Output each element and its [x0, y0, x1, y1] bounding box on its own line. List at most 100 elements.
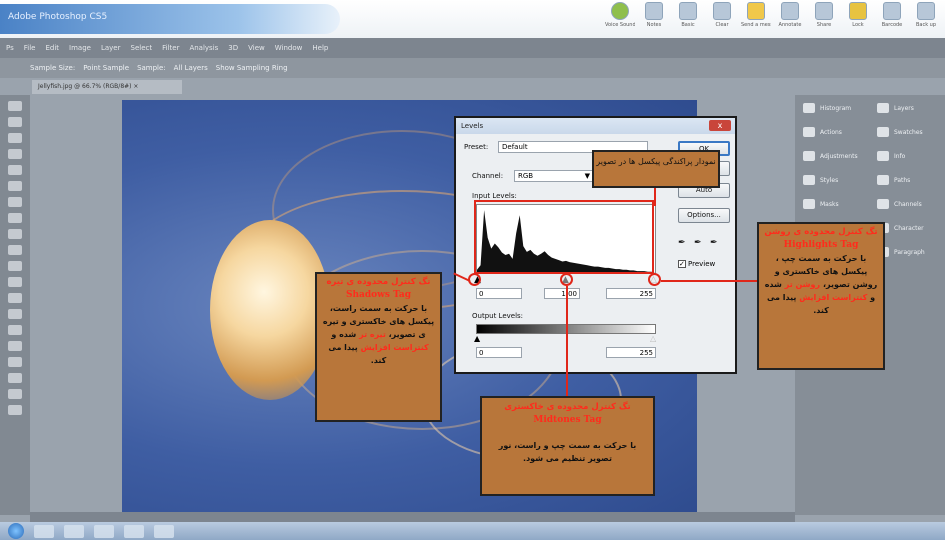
- white-eyedropper-icon[interactable]: ✒: [710, 238, 718, 248]
- leader-line: [661, 280, 757, 282]
- menu-item[interactable]: Layer: [101, 44, 121, 52]
- tool-icon[interactable]: [8, 325, 22, 335]
- panel-label: Histogram: [820, 104, 852, 112]
- output-white-slider-icon[interactable]: △: [650, 334, 656, 343]
- panel-tab[interactable]: Histogram: [803, 103, 858, 113]
- panel-tab[interactable]: Adjustments: [803, 151, 858, 161]
- tool-icon[interactable]: [8, 101, 22, 111]
- quick-access-item[interactable]: Share: [809, 2, 839, 36]
- tool-icon[interactable]: [8, 197, 22, 207]
- tool-icon[interactable]: [8, 245, 22, 255]
- menu-item[interactable]: Help: [312, 44, 328, 52]
- menu-item[interactable]: View: [248, 44, 265, 52]
- tool-icon[interactable]: [8, 213, 22, 223]
- tool-icon[interactable]: [8, 405, 22, 415]
- panel-icon: [803, 103, 815, 113]
- tool-icon[interactable]: [8, 309, 22, 319]
- quick-access-item[interactable]: Basic: [673, 2, 703, 36]
- panel-label: Adjustments: [820, 152, 858, 160]
- panel-icon: [803, 151, 815, 161]
- histogram-highlight: [474, 200, 654, 274]
- panel-tab[interactable]: Channels: [877, 199, 925, 209]
- tool-icon[interactable]: [8, 133, 22, 143]
- start-button[interactable]: [8, 523, 24, 539]
- panel-tab[interactable]: Styles: [803, 175, 858, 185]
- option-item[interactable]: Point Sample: [83, 64, 129, 72]
- output-black[interactable]: 0: [476, 347, 522, 358]
- quick-access-label: Lock: [852, 22, 864, 28]
- taskbar-button[interactable]: [34, 524, 54, 538]
- tool-icon[interactable]: [8, 149, 22, 159]
- quick-access-item[interactable]: Barcode: [877, 2, 907, 36]
- input-levels-label: Input Levels:: [472, 192, 517, 200]
- input-white[interactable]: 255: [606, 288, 656, 299]
- panel-icon: [877, 175, 889, 185]
- close-button[interactable]: x: [709, 120, 731, 131]
- quick-access-label: Send a message: [741, 22, 771, 28]
- gray-eyedropper-icon[interactable]: ✒: [694, 238, 702, 248]
- taskbar-button[interactable]: [154, 524, 174, 538]
- status-bar: [30, 512, 795, 522]
- output-white[interactable]: 255: [606, 347, 656, 358]
- quick-access-item[interactable]: Notes: [639, 2, 669, 36]
- document-tab[interactable]: Jellyfish.jpg @ 66.7% (RGB/8#) ×: [32, 80, 182, 94]
- channel-select[interactable]: RGB ▼: [514, 170, 594, 182]
- option-item[interactable]: Sample Size:: [30, 64, 75, 72]
- tool-icon[interactable]: [8, 117, 22, 127]
- taskbar-button[interactable]: [94, 524, 114, 538]
- highlights-callout: تگ کنترل محدوده ی روشن Highlights Tag با…: [757, 222, 885, 370]
- menu-item[interactable]: Ps: [6, 44, 14, 52]
- panel-icon: [877, 127, 889, 137]
- option-item[interactable]: Sample:: [137, 64, 166, 72]
- option-item[interactable]: Show Sampling Ring: [216, 64, 288, 72]
- quick-access-item[interactable]: Back up: [911, 2, 941, 36]
- tool-icon[interactable]: [8, 357, 22, 367]
- highlights-en: Highlights Tag: [783, 240, 859, 250]
- tool-icon[interactable]: [8, 389, 22, 399]
- preview-label: Preview: [688, 260, 716, 268]
- tool-icon[interactable]: [8, 373, 22, 383]
- quick-access-item[interactable]: Annotate: [775, 2, 805, 36]
- menu-item[interactable]: File: [24, 44, 36, 52]
- quick-access-item[interactable]: Clear: [707, 2, 737, 36]
- tool-icon[interactable]: [8, 165, 22, 175]
- toolbar-icon: [883, 2, 901, 20]
- menu-item[interactable]: Window: [275, 44, 303, 52]
- input-black[interactable]: 0: [476, 288, 522, 299]
- tool-icon[interactable]: [8, 229, 22, 239]
- black-eyedropper-icon[interactable]: ✒: [678, 238, 686, 248]
- output-black-slider-icon[interactable]: ▲: [474, 334, 480, 343]
- menu-item[interactable]: Edit: [45, 44, 59, 52]
- tool-icon[interactable]: [8, 181, 22, 191]
- preview-checkbox[interactable]: ✓ Preview: [678, 260, 715, 268]
- toolbar-icon: [611, 2, 629, 20]
- midtones-callout: تگ کنترل محدوده ی خاکستری Midtones Tag ب…: [480, 396, 655, 496]
- ps-options-bar: Sample Size: Point Sample Sample: All Layer…: [0, 58, 945, 78]
- panel-tab[interactable]: Layers: [877, 103, 925, 113]
- taskbar-button[interactable]: [64, 524, 84, 538]
- option-item[interactable]: All Layers: [174, 64, 208, 72]
- input-gamma[interactable]: 1.00: [544, 288, 580, 299]
- panel-tab[interactable]: Masks: [803, 199, 858, 209]
- panel-tab[interactable]: Paths: [877, 175, 925, 185]
- panel-tab[interactable]: Info: [877, 151, 925, 161]
- shadows-en: Shadows Tag: [345, 290, 412, 300]
- options-button[interactable]: Options...: [678, 208, 730, 223]
- panel-label: Paths: [894, 176, 911, 184]
- menu-item[interactable]: Select: [131, 44, 153, 52]
- tool-icon[interactable]: [8, 277, 22, 287]
- tool-icon[interactable]: [8, 293, 22, 303]
- shadows-callout: تگ کنترل محدوده ی تیره Shadows Tag با حر…: [315, 272, 442, 422]
- tool-icon[interactable]: [8, 261, 22, 271]
- menu-item[interactable]: Image: [69, 44, 91, 52]
- panel-tab[interactable]: Swatches: [877, 127, 925, 137]
- quick-access-item[interactable]: Send a message: [741, 2, 771, 36]
- quick-access-item[interactable]: Voice Sound: [605, 2, 635, 36]
- panel-tab[interactable]: Actions: [803, 127, 858, 137]
- menu-item[interactable]: 3D: [228, 44, 238, 52]
- taskbar-button[interactable]: [124, 524, 144, 538]
- quick-access-item[interactable]: Lock: [843, 2, 873, 36]
- tool-icon[interactable]: [8, 341, 22, 351]
- menu-item[interactable]: Analysis: [189, 44, 218, 52]
- menu-item[interactable]: Filter: [162, 44, 179, 52]
